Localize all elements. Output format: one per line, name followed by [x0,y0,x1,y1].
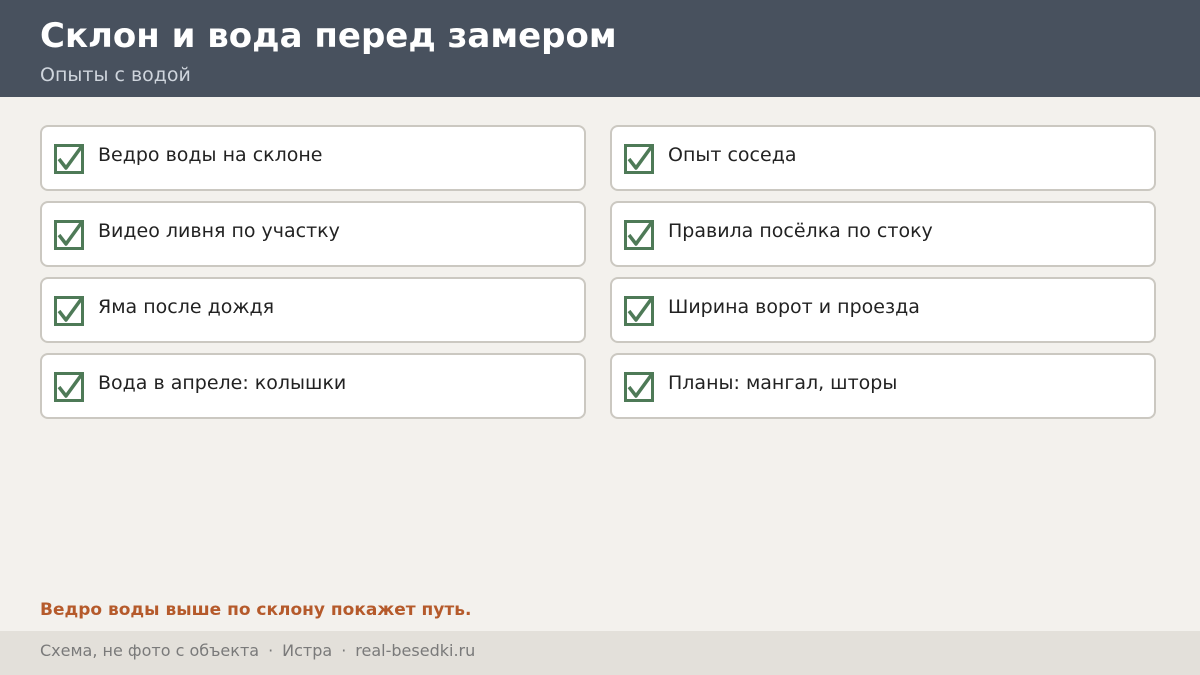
checkmark-icon[interactable] [54,220,84,250]
footer-separator: · [268,641,274,660]
footer-separator: · [341,641,347,660]
checklist-item: Ширина ворот и проезда [610,277,1156,343]
checkmark-icon[interactable] [54,372,84,402]
footer-bar: Схема, не фото с объекта · Истра · real-bese… [0,631,1200,675]
header-bar: Склон и вода перед замером Опыты с водой [0,0,1200,97]
checklist-item-label: Вода в апреле: колышки [98,372,347,394]
page-title: Склон и вода перед замером [40,16,617,56]
checkmark-icon[interactable] [624,296,654,326]
checklist-item-label: Опыт соседа [668,144,797,166]
checkmark-icon[interactable] [54,296,84,326]
checklist-item: Ведро воды на склоне [40,125,586,191]
tip-text: Ведро воды выше по склону покажет путь. [40,600,472,620]
checklist-item: Вода в апреле: колышки [40,353,586,419]
checklist-grid: Ведро воды на склоне Опыт соседа Видео л… [40,125,1156,419]
checklist-item-label: Правила посёлка по стоку [668,220,933,242]
footer-location: Истра [282,641,333,660]
checkmark-icon[interactable] [54,144,84,174]
checklist-item-label: Ширина ворот и проезда [668,296,920,318]
checklist-item: Яма после дождя [40,277,586,343]
checkmark-icon[interactable] [624,144,654,174]
checkmark-icon[interactable] [624,372,654,402]
checklist-item-label: Видео ливня по участку [98,220,340,242]
checklist-item: Планы: мангал, шторы [610,353,1156,419]
checklist-item-label: Яма после дождя [98,296,275,318]
footer-text: Схема, не фото с объекта · Истра · real-bese… [40,640,475,662]
checklist-item-label: Планы: мангал, шторы [668,372,898,394]
footer-note: Схема, не фото с объекта [40,641,260,660]
checklist-item: Правила посёлка по стоку [610,201,1156,267]
checkmark-icon[interactable] [624,220,654,250]
checklist-item-label: Ведро воды на склоне [98,144,323,166]
checklist-item: Опыт соседа [610,125,1156,191]
page-subtitle: Опыты с водой [40,64,191,86]
checklist-item: Видео ливня по участку [40,201,586,267]
footer-site-link[interactable]: real-besedki.ru [355,641,475,660]
